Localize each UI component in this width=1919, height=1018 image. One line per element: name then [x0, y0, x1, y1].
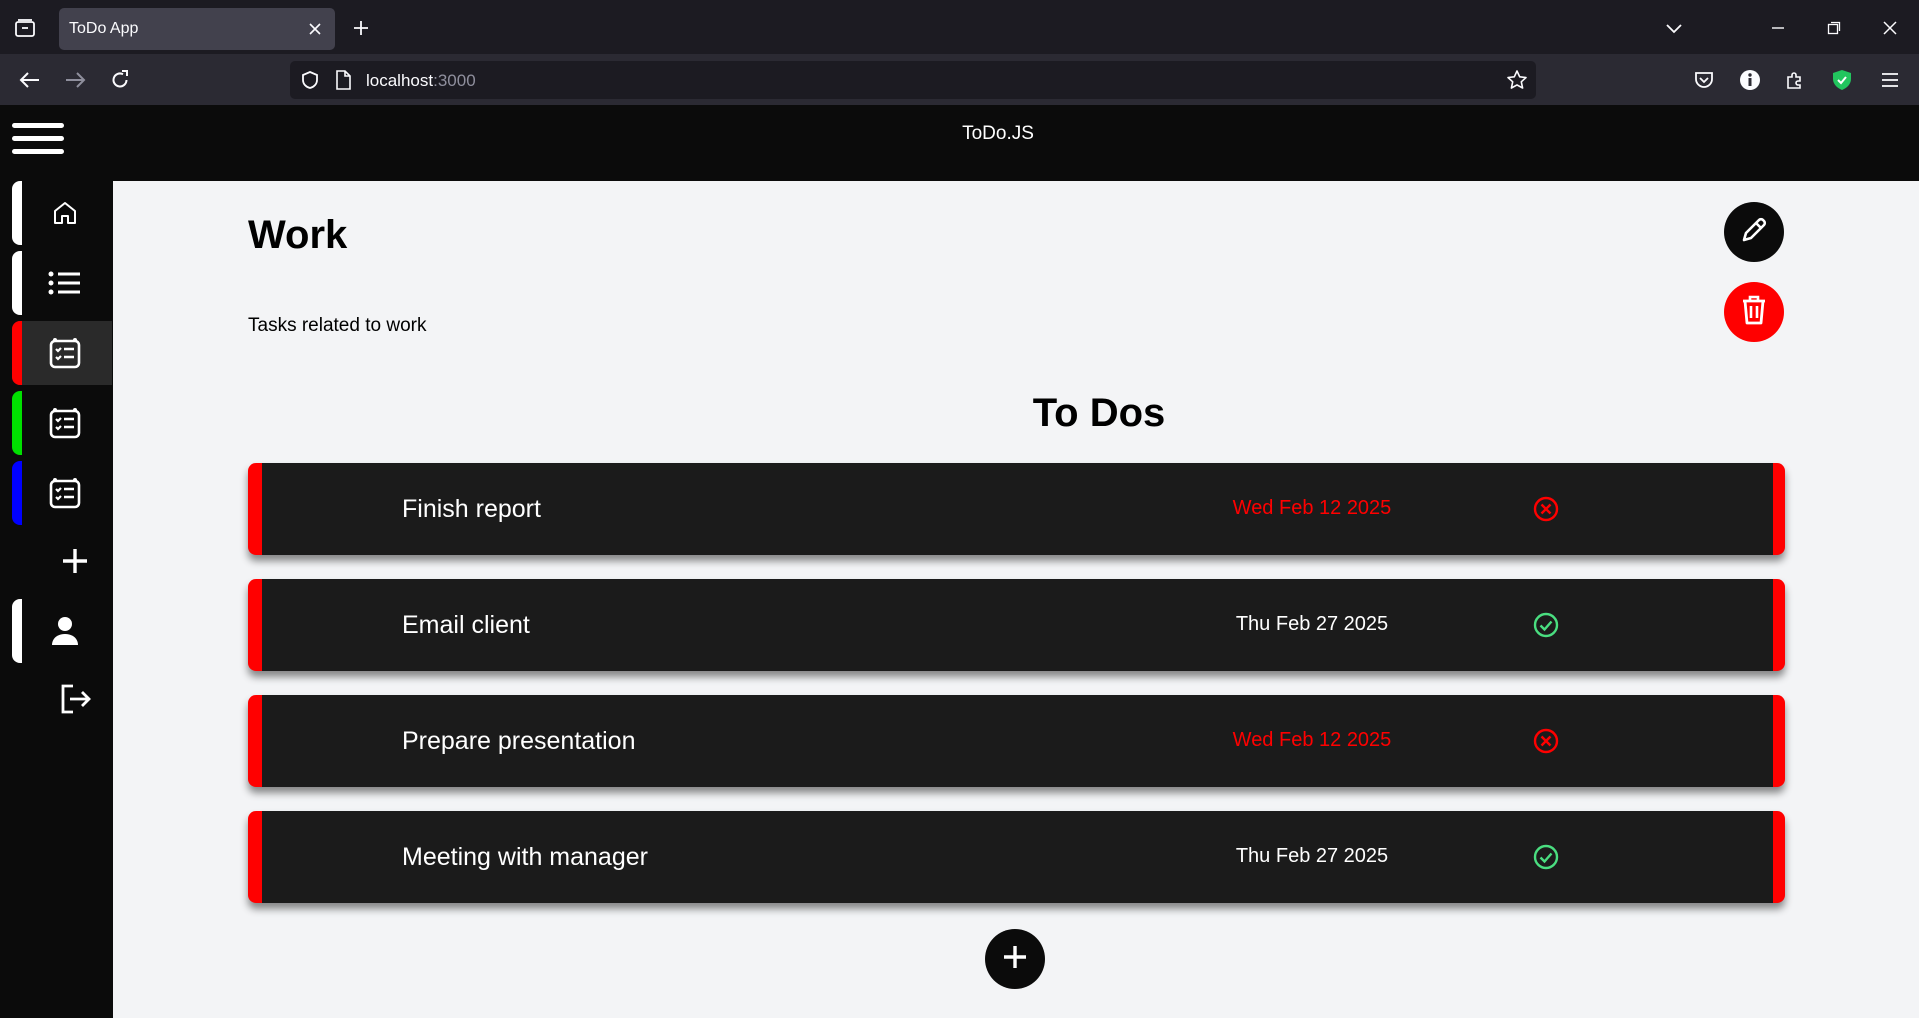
sidebar-stripe: [12, 181, 22, 245]
list-title: Work: [248, 213, 348, 257]
tab-list-icon[interactable]: [10, 15, 40, 41]
todo-date: Wed Feb 12 2025: [1232, 497, 1392, 519]
back-arrow-icon[interactable]: [16, 66, 44, 94]
todo-date: Thu Feb 27 2025: [1235, 613, 1389, 635]
todo-date: Thu Feb 27 2025: [1235, 845, 1389, 867]
new-tab-icon[interactable]: [349, 16, 373, 40]
info-extension-icon[interactable]: [1736, 66, 1764, 94]
plus-icon: [57, 543, 93, 579]
adblock-shield-icon[interactable]: [1828, 66, 1856, 94]
checklist-icon: [47, 475, 83, 511]
list-icon: [47, 265, 83, 301]
todo-item[interactable]: Prepare presentation Wed Feb 12 2025: [248, 695, 1785, 787]
app-title: ToDo.JS: [962, 123, 1034, 144]
sidebar-stripe: [12, 251, 22, 315]
page-icon: [334, 70, 352, 95]
close-tab-icon[interactable]: [305, 19, 325, 39]
sidebar-stripe: [12, 461, 22, 525]
sidebar-item-list-green[interactable]: [12, 391, 112, 455]
url-port: :3000: [433, 71, 476, 90]
browser-tab[interactable]: ToDo App: [59, 8, 335, 50]
todo-title: Email client: [402, 611, 530, 639]
app-header: ToDo.JS: [0, 105, 1919, 181]
sidebar-item-logout[interactable]: [12, 667, 112, 731]
checklist-icon: [47, 335, 83, 371]
todo-date: Wed Feb 12 2025: [1232, 729, 1392, 751]
check-circle-icon[interactable]: [1532, 611, 1560, 639]
minimize-icon[interactable]: [1764, 14, 1792, 42]
shield-icon[interactable]: [300, 70, 320, 95]
todo-title: Finish report: [402, 495, 541, 523]
extensions-puzzle-icon[interactable]: [1781, 66, 1809, 94]
logout-icon: [57, 681, 93, 717]
pencil-icon: [1738, 214, 1770, 251]
todo-title: Meeting with manager: [402, 843, 648, 871]
browser-tab-bar: ToDo App: [0, 0, 1919, 54]
todo-item[interactable]: Finish report Wed Feb 12 2025: [248, 463, 1785, 555]
sidebar-stripe: [12, 391, 22, 455]
checklist-icon: [47, 405, 83, 441]
sidebar-item-lists[interactable]: [12, 251, 112, 315]
sidebar-item-list-work[interactable]: [12, 321, 112, 385]
close-window-icon[interactable]: [1876, 14, 1904, 42]
sidebar-item-profile[interactable]: [12, 599, 112, 663]
tab-title: ToDo App: [69, 20, 139, 37]
sidebar-item-list-blue[interactable]: [12, 461, 112, 525]
check-circle-icon[interactable]: [1532, 843, 1560, 871]
menu-icon[interactable]: [1876, 66, 1904, 94]
forward-arrow-icon[interactable]: [61, 66, 89, 94]
sidebar-item-home[interactable]: [12, 181, 112, 245]
sidebar-stripe: [12, 599, 22, 663]
list-description: Tasks related to work: [248, 315, 427, 336]
sidebar-item-add-list[interactable]: [12, 529, 112, 593]
todo-item[interactable]: Email client Thu Feb 27 2025: [248, 579, 1785, 671]
plus-icon: [1001, 943, 1029, 976]
delete-list-button[interactable]: [1724, 282, 1784, 342]
todos-heading-text: To Dos: [1032, 391, 1166, 435]
home-icon: [47, 195, 83, 231]
main-content: Work Tasks related to work To Dos Finish…: [113, 181, 1919, 1018]
todo-item[interactable]: Meeting with manager Thu Feb 27 2025: [248, 811, 1785, 903]
bookmark-star-icon[interactable]: [1506, 69, 1528, 96]
x-circle-icon[interactable]: [1532, 495, 1560, 523]
sidebar-stripe: [12, 321, 22, 385]
edit-list-button[interactable]: [1724, 202, 1784, 262]
restore-icon[interactable]: [1820, 14, 1848, 42]
url-bar[interactable]: localhost:3000: [290, 61, 1536, 99]
trash-icon: [1740, 294, 1768, 331]
todo-title: Prepare presentation: [402, 727, 636, 755]
url-host: localhost: [366, 71, 434, 90]
user-icon: [47, 613, 83, 649]
add-todo-button[interactable]: [985, 929, 1045, 989]
chevron-down-icon[interactable]: [1660, 14, 1688, 42]
reload-icon[interactable]: [106, 66, 134, 94]
browser-nav-bar: localhost:3000: [0, 54, 1919, 105]
url-text[interactable]: localhost:3000: [366, 71, 476, 91]
sidebar: [0, 181, 113, 1018]
todos-section-title: To Dos: [113, 391, 1919, 436]
pocket-icon[interactable]: [1690, 66, 1718, 94]
x-circle-icon[interactable]: [1532, 727, 1560, 755]
